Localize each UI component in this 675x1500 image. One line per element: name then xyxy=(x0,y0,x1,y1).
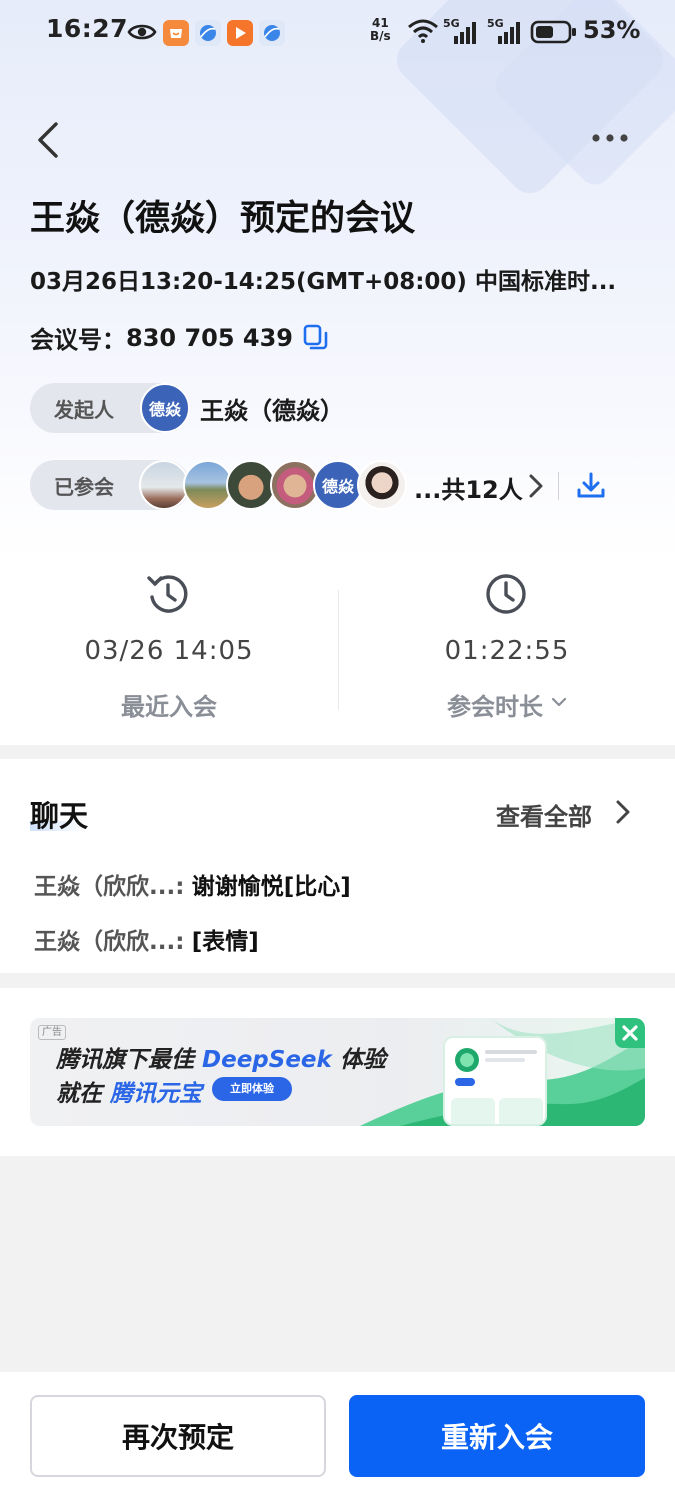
chat-sender: 王焱（欣欣...: xyxy=(34,929,185,955)
video-app-icon xyxy=(227,20,253,46)
view-all-link[interactable]: 查看全部 xyxy=(496,797,592,832)
signal-icon xyxy=(454,22,476,44)
chat-text: [表情] xyxy=(191,929,259,955)
attended-label: 已参会 xyxy=(54,474,114,499)
attendee-avatar[interactable] xyxy=(357,460,407,510)
chat-message[interactable]: 王焱（欣欣...: 谢谢愉悦[比心] xyxy=(34,867,351,901)
status-time: 16:27 xyxy=(46,14,129,43)
chevron-down-icon[interactable] xyxy=(551,696,567,708)
rejoin-button[interactable]: 重新入会 xyxy=(349,1395,645,1477)
network-speed: 41 B/s xyxy=(370,16,391,43)
ad-phone-graphic xyxy=(443,1036,547,1126)
meeting-id-row: 会议号： 830 705 439 xyxy=(30,320,329,355)
attendee-avatar[interactable] xyxy=(226,460,276,510)
battery-icon xyxy=(530,20,576,44)
chat-sender: 王焱（欣欣...: xyxy=(34,874,185,900)
initiator-label: 发起人 xyxy=(54,397,114,422)
ad-headline: 腾讯旗下最佳 DeepSeek 体验 xyxy=(56,1047,386,1073)
history-clock-icon xyxy=(147,575,188,613)
meeting-title: 王焱（德焱）预定的会议 xyxy=(30,199,416,239)
chat-text: 谢谢愉悦[比心] xyxy=(191,874,351,900)
initiator-name: 王焱（德焱） xyxy=(200,397,344,425)
ad-section: 广告 腾讯旗下最佳 DeepSeek 体验 就在 腾讯元宝 立即体验 xyxy=(0,988,675,1156)
close-icon[interactable] xyxy=(615,1018,645,1048)
bottom-action-bar: 再次预定 重新入会 xyxy=(0,1372,675,1500)
chat-title: 聊天 xyxy=(30,799,89,833)
chevron-right-icon[interactable] xyxy=(614,799,632,825)
divider xyxy=(338,590,339,710)
more-options-icon[interactable] xyxy=(586,122,634,154)
app-notification-icon xyxy=(163,20,189,46)
browser-app-icon-2 xyxy=(259,20,285,46)
ad-subline: 就在 腾讯元宝 xyxy=(56,1081,203,1107)
rebook-button[interactable]: 再次预定 xyxy=(30,1395,326,1477)
ad-banner[interactable]: 广告 腾讯旗下最佳 DeepSeek 体验 就在 腾讯元宝 立即体验 xyxy=(30,1018,645,1126)
battery-percent: 53% xyxy=(583,16,641,44)
meeting-id-value: 830 705 439 xyxy=(126,323,294,352)
ad-tag: 广告 xyxy=(38,1025,66,1040)
download-icon[interactable] xyxy=(575,470,607,502)
meeting-header-area: 16:27 41 B/s 5G 5G 53% 王焱（德焱）预定的会议 03月26… xyxy=(0,0,675,745)
last-join-label: 最近入会 xyxy=(121,693,217,721)
meeting-id-label: 会议号： xyxy=(30,326,126,354)
back-button[interactable] xyxy=(30,118,70,162)
chevron-right-icon[interactable] xyxy=(527,473,545,499)
attendee-avatar[interactable] xyxy=(139,460,189,510)
attendees-total[interactable]: ...共12人 xyxy=(414,470,523,505)
status-bar: 16:27 41 B/s 5G 5G 53% xyxy=(0,0,675,66)
last-join-time: 03/26 14:05 xyxy=(84,636,254,666)
eye-icon xyxy=(127,24,157,40)
initiator-avatar[interactable]: 德焱 xyxy=(140,383,190,433)
duration-value: 01:22:55 xyxy=(444,636,570,666)
chat-section: 聊天 查看全部 王焱（欣欣...: 谢谢愉悦[比心] 王焱（欣欣...: [表情… xyxy=(0,759,675,973)
attendee-avatar[interactable]: 德焱 xyxy=(313,460,363,510)
divider xyxy=(558,472,559,500)
browser-app-icon xyxy=(195,20,221,46)
wifi-icon xyxy=(408,19,438,43)
ad-cta-button[interactable]: 立即体验 xyxy=(212,1077,292,1101)
meeting-time-range: 03月26日13:20-14:25(GMT+08:00) 中国标准时... xyxy=(30,269,617,295)
signal-icon-2 xyxy=(498,22,520,44)
clock-icon xyxy=(486,574,526,614)
copy-icon[interactable] xyxy=(303,324,329,352)
duration-label[interactable]: 参会时长 xyxy=(365,687,625,722)
chat-message[interactable]: 王焱（欣欣...: [表情] xyxy=(34,922,259,956)
